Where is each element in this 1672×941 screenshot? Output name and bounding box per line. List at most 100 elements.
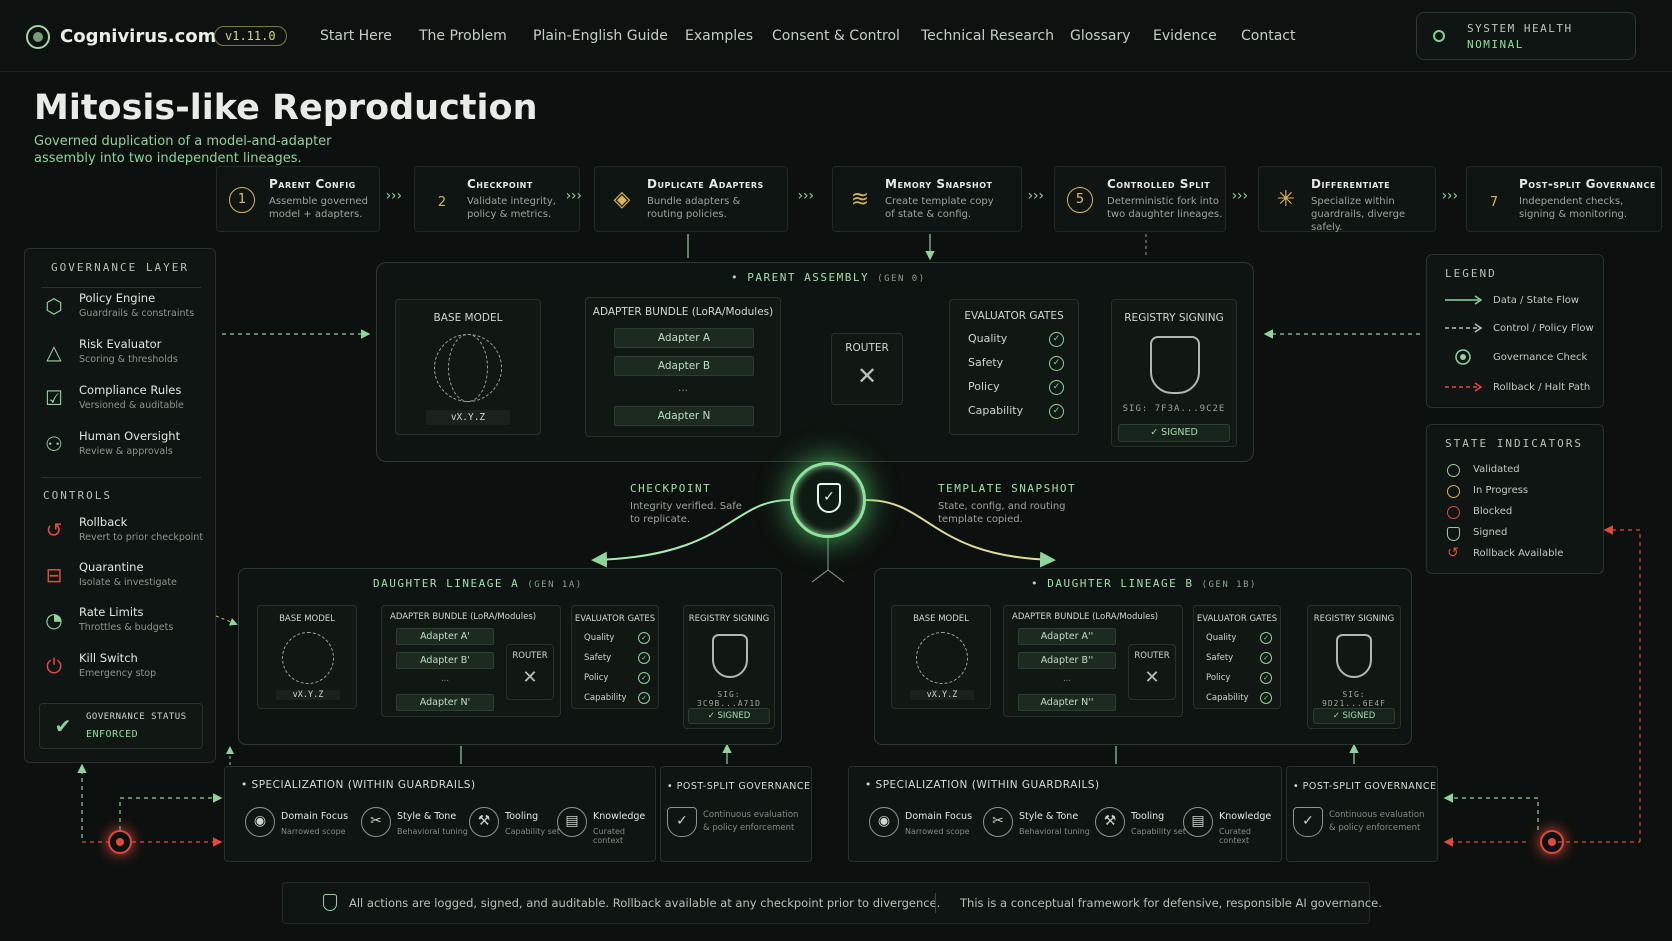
database-icon: ≋: [850, 187, 870, 212]
governance-layer-title: GOVERNANCE LAYER: [51, 261, 189, 274]
signed-text: SIGNED: [717, 711, 751, 721]
adapter-n-double-prime[interactable]: Adapter N'': [1018, 694, 1116, 711]
nav-glossary[interactable]: Glossary: [1070, 28, 1131, 44]
gate-label: Quality: [1206, 633, 1237, 643]
router-box[interactable]: ROUTER ✕: [831, 333, 903, 405]
check-icon: ✓: [638, 672, 650, 684]
adapter-n-prime[interactable]: Adapter N': [396, 694, 494, 711]
brand-name[interactable]: Cognivirus.com: [60, 26, 216, 47]
step-arrow-icon: ›››: [796, 188, 815, 204]
gate-label: Policy: [968, 380, 1000, 393]
step-title: Parent Config: [269, 177, 356, 191]
checkpoint-callout-text: Integrity verified. Safe to replicate.: [630, 501, 742, 525]
evaluator-gates-box[interactable]: EVALUATOR GATES Quality ✓ Safety ✓ Policy ✓…: [949, 299, 1079, 435]
adapter-bundle-box[interactable]: ADAPTER BUNDLE (LoRA/Modules) Adapter A'…: [1003, 605, 1183, 717]
base-model-box[interactable]: BASE MODEL vX.Y.Z: [891, 605, 991, 709]
nav-evidence[interactable]: Evidence: [1153, 28, 1217, 44]
adapter-b-prime[interactable]: Adapter B': [396, 652, 494, 669]
check-icon: ✓: [1260, 652, 1272, 664]
adapter-a[interactable]: Adapter A: [614, 328, 754, 348]
gate-label: Policy: [1206, 673, 1231, 683]
step-title: Differentiate: [1311, 177, 1391, 191]
nav-the-problem[interactable]: The Problem: [419, 28, 507, 44]
post-split-governance-a: • POST-SPLIT GOVERNANCE ✓ Continuous eva…: [660, 766, 812, 862]
spec-name[interactable]: Knowledge: [593, 811, 645, 822]
brand-logo-icon[interactable]: [26, 25, 50, 49]
adapter-b-double-prime[interactable]: Adapter B'': [1018, 652, 1116, 669]
gov-item-name[interactable]: Policy Engine: [79, 291, 155, 305]
spec-sub: Narrowed scope: [905, 827, 970, 836]
state-item: In Progress: [1473, 485, 1529, 496]
gate-safety: Safety ✓: [584, 652, 650, 665]
router-box[interactable]: ROUTER ✕: [506, 644, 554, 700]
registry-signing-box[interactable]: REGISTRY SIGNING SIG: 7F3A...9C2E ✓ SIGN…: [1111, 299, 1237, 447]
control-name[interactable]: Kill Switch: [79, 651, 138, 665]
control-name[interactable]: Rate Limits: [79, 605, 144, 619]
gov-item-name[interactable]: Compliance Rules: [79, 383, 181, 397]
registry-signing-box[interactable]: REGISTRY SIGNING SIG: 3C9B...A71D ✓ SIGN…: [683, 605, 775, 729]
spec-name[interactable]: Tooling: [505, 811, 538, 822]
evaluator-gates-box[interactable]: EVALUATOR GATES Quality ✓ Safety ✓ Policy ✓…: [571, 605, 659, 709]
spec-sub: Behavioral tuning: [397, 827, 468, 836]
base-model-box[interactable]: BASE MODEL vX.Y.Z: [257, 605, 357, 709]
adapter-bundle-box[interactable]: ADAPTER BUNDLE (LoRA/Modules) Adapter A'…: [381, 605, 561, 717]
nav-plain-english-guide[interactable]: Plain-English Guide: [533, 28, 668, 44]
check-icon: ✓: [1049, 356, 1064, 371]
registry-signing-box[interactable]: REGISTRY SIGNING SIG: 9D21...6E4F ✓ SIGN…: [1307, 605, 1401, 729]
version-badge: v1.11.0: [214, 26, 287, 46]
spec-name[interactable]: Style & Tone: [1019, 811, 1078, 822]
control-name[interactable]: Rollback: [79, 515, 127, 529]
step-differentiate[interactable]: ✳ Differentiate Specialize within guardr…: [1258, 166, 1436, 233]
gate-label: Quality: [584, 633, 615, 643]
nav-contact[interactable]: Contact: [1241, 28, 1295, 44]
adapter-a-double-prime[interactable]: Adapter A'': [1018, 628, 1116, 645]
evaluator-gates-box[interactable]: EVALUATOR GATES Quality ✓ Safety ✓ Policy ✓…: [1193, 605, 1281, 709]
shield-icon: 2: [427, 185, 457, 215]
step-post-split-governance[interactable]: 7 Post-split Governance Independent chec…: [1466, 166, 1662, 232]
rollback-node-right[interactable]: [1540, 830, 1564, 854]
checkpoint-hub[interactable]: ✓: [790, 462, 866, 538]
gate-label: Safety: [584, 653, 612, 663]
system-health-widget[interactable]: SYSTEM HEALTH NOMINAL: [1416, 12, 1636, 60]
nav-examples[interactable]: Examples: [685, 28, 753, 44]
neural-globe-icon: [916, 632, 968, 684]
gate-label: Capability: [584, 693, 627, 703]
spec-name[interactable]: Knowledge: [1219, 811, 1271, 822]
gate-quality: Quality ✓: [968, 332, 1064, 348]
gov-item-name[interactable]: Human Oversight: [79, 429, 180, 443]
post-split-title: • POST-SPLIT GOVERNANCE: [1293, 781, 1437, 792]
template-callout-title: TEMPLATE SNAPSHOT: [938, 482, 1077, 495]
control-name[interactable]: Quarantine: [79, 560, 144, 574]
gate-capability: Capability ✓: [584, 692, 650, 705]
control-sub: Revert to prior checkpoint: [79, 532, 204, 543]
router-box[interactable]: ROUTER ✕: [1128, 644, 1176, 700]
nav-consent-control[interactable]: Consent & Control: [772, 28, 900, 44]
check-icon: ✓: [638, 632, 650, 644]
adapter-bundle-box[interactable]: ADAPTER BUNDLE (LoRA/Modules) Adapter A …: [585, 297, 781, 437]
nav-start-here[interactable]: Start Here: [320, 28, 392, 44]
footer-audit-note: All actions are logged, signed, and audi…: [349, 896, 941, 910]
legend-title: LEGEND: [1445, 267, 1497, 280]
spec-name[interactable]: Style & Tone: [397, 811, 456, 822]
base-model-box[interactable]: BASE MODEL vX.Y.Z: [395, 299, 541, 435]
gauge-icon: ◔: [45, 608, 63, 632]
fingerprint-icon: [712, 634, 748, 678]
nav-technical-research[interactable]: Technical Research: [921, 28, 1054, 44]
step-duplicate-adapters[interactable]: ◈ Duplicate Adapters Bundle adapters & r…: [594, 166, 788, 232]
step-parent-config[interactable]: 1 Parent Config Assemble governed model …: [216, 166, 380, 232]
adapter-n[interactable]: Adapter N: [614, 406, 754, 426]
spec-name[interactable]: Domain Focus: [905, 811, 972, 822]
spec-name[interactable]: Domain Focus: [281, 811, 348, 822]
step-number: 2: [437, 195, 447, 210]
step-memory-snapshot[interactable]: ≋ Memory Snapshot Create template copy o…: [832, 166, 1022, 232]
gate-capability: Capability ✓: [1206, 692, 1272, 705]
spec-name[interactable]: Tooling: [1131, 811, 1164, 822]
step-controlled-split[interactable]: 5 Controlled Split Deterministic fork in…: [1054, 166, 1226, 232]
registry-signing-label: REGISTRY SIGNING: [1313, 614, 1395, 624]
step-checkpoint[interactable]: 2 Checkpoint Validate integrity, policy …: [414, 166, 580, 232]
adapter-a-prime[interactable]: Adapter A': [396, 628, 494, 645]
adapter-b[interactable]: Adapter B: [614, 356, 754, 376]
state-indicators-panel: STATE INDICATORS Validated In Progress B…: [1426, 424, 1604, 574]
gov-item-name[interactable]: Risk Evaluator: [79, 337, 161, 351]
rollback-node-left[interactable]: [108, 830, 132, 854]
